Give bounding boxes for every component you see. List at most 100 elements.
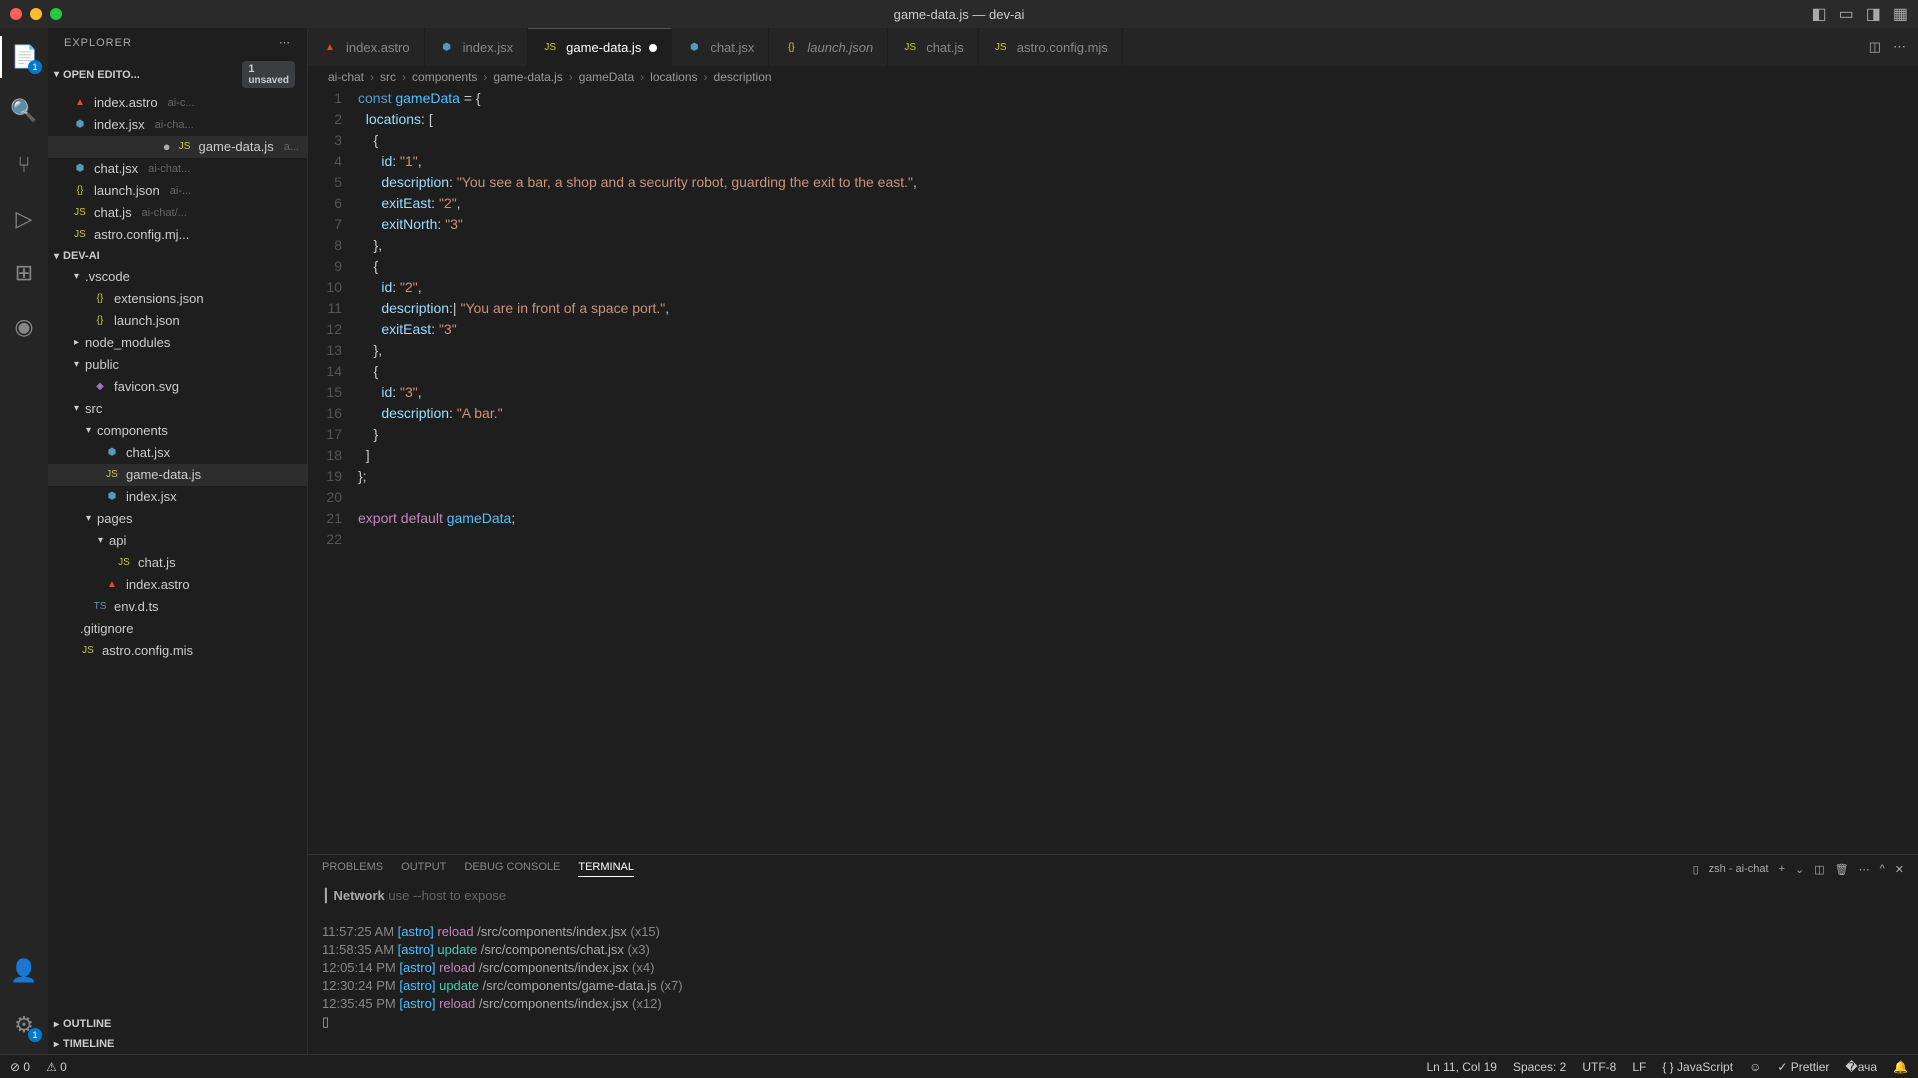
status-bar: ⊘ 0 ⚠ 0 Ln 11, Col 19 Spaces: 2 UTF-8 LF… — [0, 1054, 1918, 1078]
open-editors-label: OPEN EDITO... — [63, 69, 140, 81]
kill-terminal-icon[interactable]: 🗑 — [1835, 863, 1849, 876]
account-icon[interactable]: 👤 — [0, 950, 48, 992]
file-tree-item[interactable]: JSchat.js — [48, 552, 307, 574]
editor-tab[interactable]: JSchat.js — [888, 28, 979, 66]
breadcrumb-segment[interactable]: gameData — [579, 70, 634, 84]
open-editor-item[interactable]: {}launch.jsonai-... — [48, 180, 307, 202]
breadcrumb-segment[interactable]: locations — [650, 70, 697, 84]
project-header[interactable]: ▾ DEV-AI — [48, 246, 307, 266]
editor-tab[interactable]: ⬢chat.jsx — [672, 28, 769, 66]
breadcrumb-segment[interactable]: components — [412, 70, 477, 84]
terminal-dropdown-icon[interactable]: ⌄ — [1795, 863, 1804, 876]
badge: 1 — [28, 1028, 42, 1042]
edge-icon[interactable]: ◉ — [0, 306, 48, 348]
panel-tab[interactable]: OUTPUT — [401, 861, 446, 877]
panel-tabs: PROBLEMS OUTPUT DEBUG CONSOLE TERMINAL ▯ zsh … — [308, 855, 1918, 883]
file-tree-item[interactable]: ▾public — [48, 354, 307, 376]
open-editors-header[interactable]: ▾ OPEN EDITO... 1 unsaved — [48, 57, 307, 92]
open-editor-item[interactable]: JSchat.jsai-chat/... — [48, 202, 307, 224]
sidebar-title: EXPLORER — [64, 37, 132, 49]
panel-toggle-icon[interactable]: ◧ — [1812, 4, 1827, 24]
file-tree-item[interactable]: ▾src — [48, 398, 307, 420]
close-window-button[interactable] — [10, 8, 22, 20]
code-editor[interactable]: const gameData = { locations: [ { id: "1… — [358, 88, 1918, 854]
bell-icon[interactable]: 🔔 — [1893, 1060, 1908, 1074]
panel-tab[interactable]: TERMINAL — [578, 861, 634, 877]
terminal-shell-label[interactable]: zsh - ai-chat — [1709, 863, 1769, 875]
panel-tab[interactable]: DEBUG CONSOLE — [464, 861, 560, 877]
eol-status[interactable]: LF — [1632, 1060, 1646, 1074]
open-editor-item[interactable]: ▲index.astroai-c... — [48, 92, 307, 114]
panel-right-icon[interactable]: ◨ — [1866, 4, 1881, 24]
minimize-window-button[interactable] — [30, 8, 42, 20]
open-editor-item[interactable]: JSastro.config.mj... — [48, 224, 307, 246]
file-tree-item[interactable]: .gitignore — [48, 618, 307, 640]
explorer-icon[interactable]: 📄1 — [0, 36, 48, 78]
encoding-status[interactable]: UTF-8 — [1582, 1060, 1616, 1074]
close-panel-icon[interactable]: ✕ — [1895, 863, 1904, 876]
file-tree-item[interactable]: {}extensions.json — [48, 288, 307, 310]
editor-tabs: ▲index.astro⬢index.jsxJSgame-data.js⬢cha… — [308, 28, 1918, 66]
copilot-icon[interactable]: ☺ — [1749, 1060, 1761, 1074]
file-tree-item[interactable]: ▾components — [48, 420, 307, 442]
timeline-header[interactable]: ▸TIMELINE — [48, 1034, 307, 1054]
breadcrumb-segment[interactable]: game-data.js — [493, 70, 562, 84]
search-icon[interactable]: 🔍 — [0, 90, 48, 132]
window-title: game-data.js — dev-ai — [894, 7, 1025, 22]
file-tree-item[interactable]: ▸node_modules — [48, 332, 307, 354]
breadcrumb-segment[interactable]: description — [714, 70, 772, 84]
language-status[interactable]: { } JavaScript — [1662, 1060, 1733, 1074]
editor-tab[interactable]: JSgame-data.js — [528, 28, 672, 66]
indent-status[interactable]: Spaces: 2 — [1513, 1060, 1566, 1074]
terminal-shell-icon[interactable]: ▯ — [1693, 863, 1699, 876]
debug-icon[interactable]: ▷ — [0, 198, 48, 240]
split-editor-icon[interactable]: ◫ — [1869, 39, 1881, 55]
editor-tab[interactable]: JSastro.config.mjs — [979, 28, 1123, 66]
breadcrumb[interactable]: ai-chat›src›components›game-data.js›game… — [308, 66, 1918, 88]
source-control-icon[interactable]: ⑂ — [0, 144, 48, 186]
file-tree-item[interactable]: ⬢chat.jsx — [48, 442, 307, 464]
errors-count[interactable]: ⊘ 0 — [10, 1060, 30, 1074]
unsaved-pill: 1 unsaved — [242, 61, 295, 88]
outline-header[interactable]: ▸OUTLINE — [48, 1014, 307, 1034]
prettier-status[interactable]: ✓ Prettier — [1777, 1060, 1829, 1074]
terminal-output[interactable]: ┃ Network use --host to expose11:57:25 A… — [308, 883, 1918, 1054]
extensions-icon[interactable]: ⊞ — [0, 252, 48, 294]
maximize-panel-icon[interactable]: ^ — [1880, 863, 1885, 875]
titlebar: game-data.js — dev-ai ◧ ▭ ◨ ▦ — [0, 0, 1918, 28]
panel-bottom-icon[interactable]: ▭ — [1839, 4, 1854, 24]
timeline-label: TIMELINE — [63, 1038, 114, 1050]
panel-tab[interactable]: PROBLEMS — [322, 861, 383, 877]
file-tree-item[interactable]: JSgame-data.js — [48, 464, 307, 486]
open-editor-item[interactable]: ●JSgame-data.jsa... — [48, 136, 307, 158]
file-tree-item[interactable]: {}launch.json — [48, 310, 307, 332]
file-tree-item[interactable]: JSastro.config.mis — [48, 640, 307, 662]
layout-icon[interactable]: ▦ — [1893, 4, 1908, 24]
editor-tab[interactable]: ▲index.astro — [308, 28, 425, 66]
more-icon[interactable]: ⋯ — [279, 36, 291, 49]
warnings-count[interactable]: ⚠ 0 — [46, 1060, 67, 1074]
file-tree-item[interactable]: ▾.vscode — [48, 266, 307, 288]
more-icon[interactable]: ⋯ — [1893, 39, 1906, 55]
more-icon[interactable]: ⋯ — [1859, 863, 1870, 876]
badge: 1 — [28, 60, 42, 74]
open-editor-item[interactable]: ⬢chat.jsxai-chat... — [48, 158, 307, 180]
breadcrumb-segment[interactable]: src — [380, 70, 396, 84]
breadcrumb-segment[interactable]: ai-chat — [328, 70, 364, 84]
file-tree-item[interactable]: ◆favicon.svg — [48, 376, 307, 398]
file-tree-item[interactable]: ⬢index.jsx — [48, 486, 307, 508]
editor-tab[interactable]: ⬢index.jsx — [425, 28, 529, 66]
file-tree-item[interactable]: ▾api — [48, 530, 307, 552]
file-tree-item[interactable]: TSenv.d.ts — [48, 596, 307, 618]
cursor-position[interactable]: Ln 11, Col 19 — [1426, 1060, 1497, 1074]
file-tree-item[interactable]: ▾pages — [48, 508, 307, 530]
file-tree-item[interactable]: ▲index.astro — [48, 574, 307, 596]
open-editor-item[interactable]: ⬢index.jsxai-cha... — [48, 114, 307, 136]
new-terminal-icon[interactable]: + — [1779, 863, 1785, 875]
project-label: DEV-AI — [63, 250, 100, 262]
editor-tab[interactable]: {}launch.json — [769, 28, 888, 66]
split-terminal-icon[interactable]: ◫ — [1814, 863, 1824, 876]
feedback-icon[interactable]: �ача — [1845, 1060, 1877, 1074]
settings-gear-icon[interactable]: ⚙1 — [0, 1004, 48, 1046]
maximize-window-button[interactable] — [50, 8, 62, 20]
